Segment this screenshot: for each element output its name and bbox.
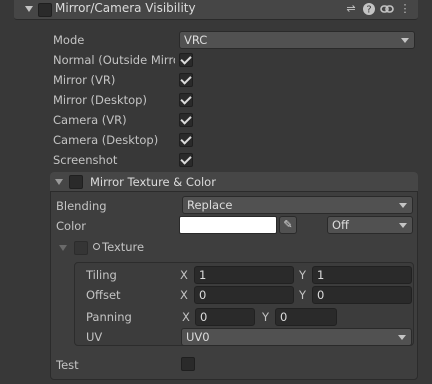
panning-y-label: Y	[262, 310, 270, 324]
section-title: Mirror/Camera Visibility	[55, 1, 196, 15]
row-label-mirror-desktop: Mirror (Desktop)	[53, 93, 147, 107]
chevron-down-icon	[399, 203, 407, 208]
row-label-camera-desktop: Camera (Desktop)	[53, 133, 159, 147]
color-swatch[interactable]	[179, 216, 277, 234]
texture-enable-checkbox[interactable]	[74, 241, 88, 255]
mode-dropdown[interactable]: VRC	[179, 31, 415, 49]
more-icon[interactable]: ⋮	[398, 2, 412, 16]
color-label: Color	[56, 219, 87, 233]
sliders-icon[interactable]: ⇌	[344, 2, 358, 16]
uv-label: UV	[86, 330, 103, 344]
tiling-x-label: X	[180, 268, 188, 282]
mirror-texture-enable-checkbox[interactable]	[69, 175, 83, 189]
panning-x-field[interactable]: 0	[195, 308, 255, 326]
checkbox-screenshot[interactable]	[179, 153, 193, 167]
panning-y-field[interactable]: 0	[275, 308, 337, 326]
eyedropper-icon[interactable]: ✎	[279, 216, 297, 234]
tiling-y-label: Y	[299, 268, 307, 282]
help-icon[interactable]: ?	[362, 2, 376, 16]
section-enable-checkbox[interactable]	[38, 3, 52, 17]
row-label-normal: Normal (Outside Mirro	[53, 53, 175, 67]
test-label: Test	[56, 358, 79, 372]
mode-label: Mode	[53, 33, 85, 47]
chevron-down-icon	[398, 335, 406, 340]
offset-x-field[interactable]: 0	[194, 286, 294, 304]
panning-label: Panning	[86, 310, 132, 324]
blending-value: Replace	[187, 198, 233, 212]
texture-object-icon	[93, 243, 100, 250]
checkbox-mirror-desktop[interactable]	[179, 93, 193, 107]
uv-value: UV0	[186, 330, 210, 344]
tiling-x-field[interactable]: 1	[194, 266, 294, 284]
blending-label: Blending	[56, 199, 107, 213]
blending-dropdown[interactable]: Replace	[182, 196, 413, 214]
checkbox-camera-desktop[interactable]	[179, 133, 193, 147]
collapse-arrow-icon[interactable]	[25, 6, 33, 12]
mirror-texture-title: Mirror Texture & Color	[90, 175, 216, 189]
checkbox-mirror-vr[interactable]	[179, 73, 193, 87]
chevron-down-icon	[399, 223, 407, 228]
panning-x-label: X	[182, 310, 190, 324]
row-label-mirror-vr: Mirror (VR)	[53, 73, 116, 87]
row-label-camera-vr: Camera (VR)	[53, 113, 127, 127]
offset-y-label: Y	[299, 288, 307, 302]
mirror-texture-collapse-icon[interactable]	[55, 179, 63, 185]
color-mode-value: Off	[332, 218, 349, 232]
offset-x-label: X	[180, 288, 188, 302]
offset-y-field[interactable]: 0	[312, 286, 412, 304]
mode-value: VRC	[184, 33, 208, 47]
chevron-down-icon	[401, 38, 409, 43]
test-checkbox[interactable]	[181, 357, 195, 371]
checkbox-normal[interactable]	[179, 53, 193, 67]
tiling-label: Tiling	[86, 268, 117, 282]
uv-dropdown[interactable]: UV0	[181, 328, 412, 346]
row-label-screenshot: Screenshot	[53, 153, 118, 167]
tiling-y-field[interactable]: 1	[312, 266, 412, 284]
offset-label: Offset	[86, 288, 121, 302]
checkbox-camera-vr[interactable]	[179, 113, 193, 127]
color-mode-dropdown[interactable]: Off	[327, 216, 413, 234]
svg-text:?: ?	[366, 5, 371, 16]
texture-collapse-icon[interactable]	[59, 245, 67, 251]
texture-title: Texture	[102, 240, 145, 254]
link-icon[interactable]	[380, 2, 394, 16]
